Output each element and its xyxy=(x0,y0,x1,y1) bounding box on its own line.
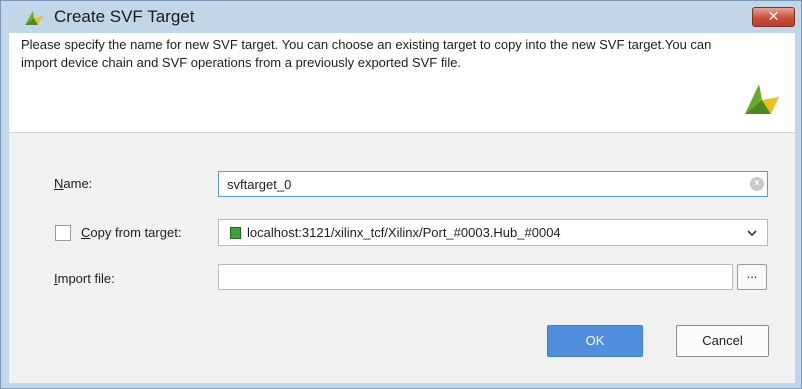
name-input[interactable] xyxy=(218,171,768,197)
target-select-value: localhost:3121/xilinx_tcf/Xilinx/Port_#0… xyxy=(247,225,561,240)
chip-icon xyxy=(230,227,241,239)
ok-button[interactable]: OK xyxy=(547,325,643,357)
window-title: Create SVF Target xyxy=(54,7,195,26)
close-button[interactable]: ✕ xyxy=(752,7,795,27)
copy-from-target-label[interactable]: Copy from target: xyxy=(81,225,181,240)
cancel-button[interactable]: Cancel xyxy=(676,325,769,357)
close-icon: ✕ xyxy=(767,9,780,25)
target-select[interactable]: localhost:3121/xilinx_tcf/Xilinx/Port_#0… xyxy=(218,219,768,246)
vivado-logo-icon xyxy=(25,11,43,25)
dialog-description: Please specify the name for new SVF targ… xyxy=(21,37,712,70)
vivado-logo-icon xyxy=(745,84,779,114)
chevron-down-icon[interactable] xyxy=(745,226,759,240)
copy-from-target-checkbox[interactable] xyxy=(55,225,71,241)
title-bar[interactable]: Create SVF Target ✕ xyxy=(1,1,801,33)
clear-icon[interactable]: × xyxy=(750,177,764,191)
import-file-input[interactable] xyxy=(218,264,733,290)
name-label: Name: xyxy=(54,176,93,191)
create-svf-target-dialog: Create SVF Target ✕ Please specify the n… xyxy=(0,0,802,389)
import-file-label: Import file: xyxy=(54,271,115,286)
browse-button[interactable]: ... xyxy=(737,264,767,290)
